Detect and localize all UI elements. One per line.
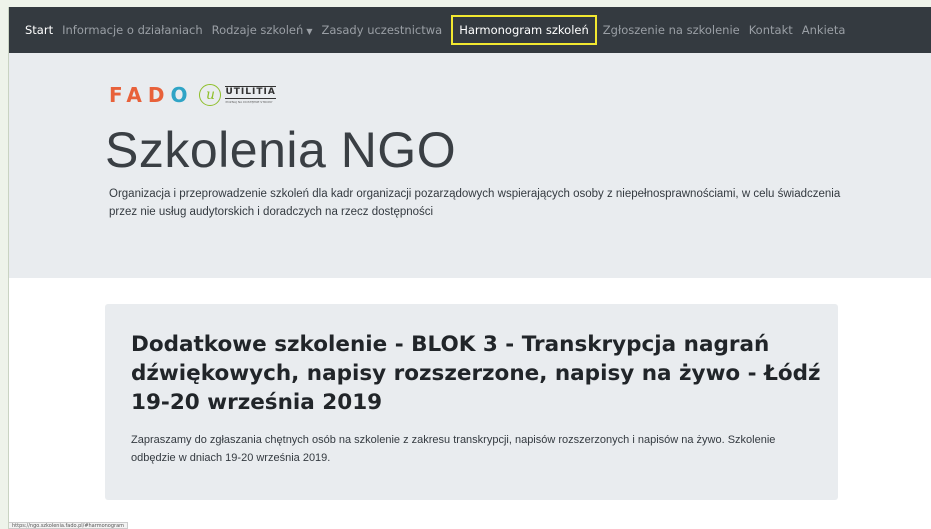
fado-logo[interactable]: FADO <box>109 83 193 107</box>
training-description: Zapraszamy do zgłaszania chętnych osób n… <box>131 434 776 464</box>
utilitia-mark-icon: u <box>199 84 222 106</box>
nav-rodzaje-label: Rodzaje szkoleń <box>211 23 304 37</box>
utilitia-logo[interactable]: u UTILITIA POZNAJ NA DOSTĘPNE STRONY <box>199 84 276 106</box>
nav-zgloszenie[interactable]: Zgłoszenie na szkolenie <box>603 23 740 37</box>
chevron-down-icon: ▼ <box>306 27 313 36</box>
nav-harmonogram[interactable]: Harmonogram szkoleń <box>451 15 597 45</box>
utilitia-wordmark: UTILITIA POZNAJ NA DOSTĘPNE STRONY <box>225 86 276 104</box>
status-bar-url: https://ngo.szkolenia.fado.pl/#harmonogr… <box>9 522 129 529</box>
hero-lead-text: Organizacja i przeprowadzenie szkoleń dl… <box>109 188 841 218</box>
nav-ankieta[interactable]: Ankieta <box>802 23 846 37</box>
nav-start[interactable]: Start <box>25 23 53 37</box>
utilitia-subtitle: POZNAJ NA DOSTĘPNE STRONY <box>225 100 273 104</box>
nav-zasady[interactable]: Zasady uczestnictwa <box>321 23 442 37</box>
training-title: Dodatkowe szkolenie - BLOK 3 - Transkryp… <box>131 332 821 415</box>
browser-viewport: Start Informacje o działaniach Rodzaje s… <box>8 7 931 529</box>
hero-jumbotron: FADO u UTILITIA POZNAJ NA DOSTĘPNE STRON… <box>9 53 931 278</box>
training-card: Dodatkowe szkolenie - BLOK 3 - Transkryp… <box>105 304 838 500</box>
top-navbar: Start Informacje o działaniach Rodzaje s… <box>9 7 931 53</box>
utilitia-name: UTILITIA <box>225 86 276 99</box>
nav-rodzaje-szkolen-dropdown[interactable]: Rodzaje szkoleń ▼ <box>212 23 313 37</box>
logo-group: FADO u UTILITIA POZNAJ NA DOSTĘPNE STRON… <box>109 83 276 107</box>
nav-informacje[interactable]: Informacje o działaniach <box>62 23 203 37</box>
nav-kontakt[interactable]: Kontakt <box>749 23 793 37</box>
page-title: Szkolenia NGO <box>105 122 457 178</box>
